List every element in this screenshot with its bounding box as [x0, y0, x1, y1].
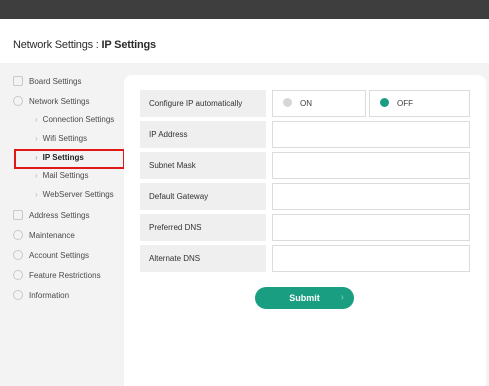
radio-selected-dot-icon [380, 98, 389, 108]
gear-icon [13, 229, 23, 240]
sidebar-item-feature-restrictions[interactable]: Feature Restrictions [13, 269, 101, 283]
default-gateway-label: Default Gateway [140, 183, 266, 210]
globe-icon [13, 95, 23, 106]
sidebar-subitem-label: Mail Settings [42, 171, 89, 180]
board-icon [13, 75, 23, 86]
preferred-dns-label: Preferred DNS [140, 214, 266, 241]
chevron-right-icon: › [340, 292, 344, 303]
alternate-dns-input[interactable] [272, 245, 470, 272]
sidebar-item-label: Address Settings [29, 211, 90, 220]
sidebar-subitem-label: Wifi Settings [42, 134, 88, 143]
sidebar-item-address-settings[interactable]: Address Settings [13, 209, 89, 223]
configure-ip-label: Configure IP automatically [140, 90, 266, 117]
sidebar-item-label: Network Settings [29, 97, 90, 106]
radio-off[interactable]: OFF [369, 90, 470, 117]
alternate-dns-label: Alternate DNS [140, 245, 266, 272]
selection-highlight [14, 149, 125, 169]
sidebar-item-label: Feature Restrictions [29, 271, 101, 280]
sidebar-item-board-settings[interactable]: Board Settings [13, 75, 81, 89]
sidebar-subitem-wifi-settings[interactable]: › Wifi Settings [35, 132, 87, 146]
chevron-right-icon: › [35, 171, 38, 180]
radio-on[interactable]: ON [272, 90, 366, 117]
sidebar-subitem-webserver-settings[interactable]: › WebServer Settings [35, 188, 114, 202]
chevron-right-icon: › [35, 190, 38, 199]
sidebar-item-account-settings[interactable]: Account Settings [13, 249, 89, 263]
info-icon [13, 289, 23, 300]
breadcrumb-current: IP Settings [101, 39, 157, 51]
radio-off-dot-icon [283, 98, 292, 108]
breadcrumb-separator: : [92, 39, 102, 51]
sidebar-item-network-settings[interactable]: Network Settings [13, 95, 89, 109]
sidebar-item-label: Information [29, 291, 70, 300]
prohibited-icon [13, 269, 23, 280]
user-icon [13, 249, 23, 260]
sidebar-item-label: Board Settings [29, 77, 82, 86]
sidebar-item-maintenance[interactable]: Maintenance [13, 229, 75, 243]
window-top-bar [0, 0, 489, 19]
chevron-right-icon: › [35, 115, 38, 124]
sidebar-subitem-label: Connection Settings [42, 115, 115, 124]
submit-label: Submit [289, 293, 320, 303]
sidebar-subitem-connection-settings[interactable]: › Connection Settings [35, 113, 114, 127]
subnet-mask-label: Subnet Mask [140, 152, 266, 179]
preferred-dns-input[interactable] [272, 214, 470, 241]
default-gateway-input[interactable] [272, 183, 470, 210]
breadcrumb-parent[interactable]: Network Settings [13, 39, 93, 51]
sidebar-subitem-mail-settings[interactable]: › Mail Settings [35, 169, 88, 183]
chevron-right-icon: › [35, 134, 38, 143]
sidebar [0, 63, 124, 386]
radio-off-label: OFF [397, 99, 413, 108]
page-title: Network Settings : IP Settings [13, 39, 156, 51]
subnet-mask-input[interactable] [272, 152, 470, 179]
address-book-icon [13, 209, 23, 220]
sidebar-item-label: Maintenance [29, 231, 75, 240]
sidebar-subitem-label: WebServer Settings [42, 190, 114, 199]
radio-on-label: ON [300, 99, 312, 108]
sidebar-item-label: Account Settings [29, 251, 90, 260]
submit-button[interactable]: Submit › [255, 287, 354, 309]
ip-address-label: IP Address [140, 121, 266, 148]
ip-address-input[interactable] [272, 121, 470, 148]
sidebar-item-information[interactable]: Information [13, 289, 69, 303]
